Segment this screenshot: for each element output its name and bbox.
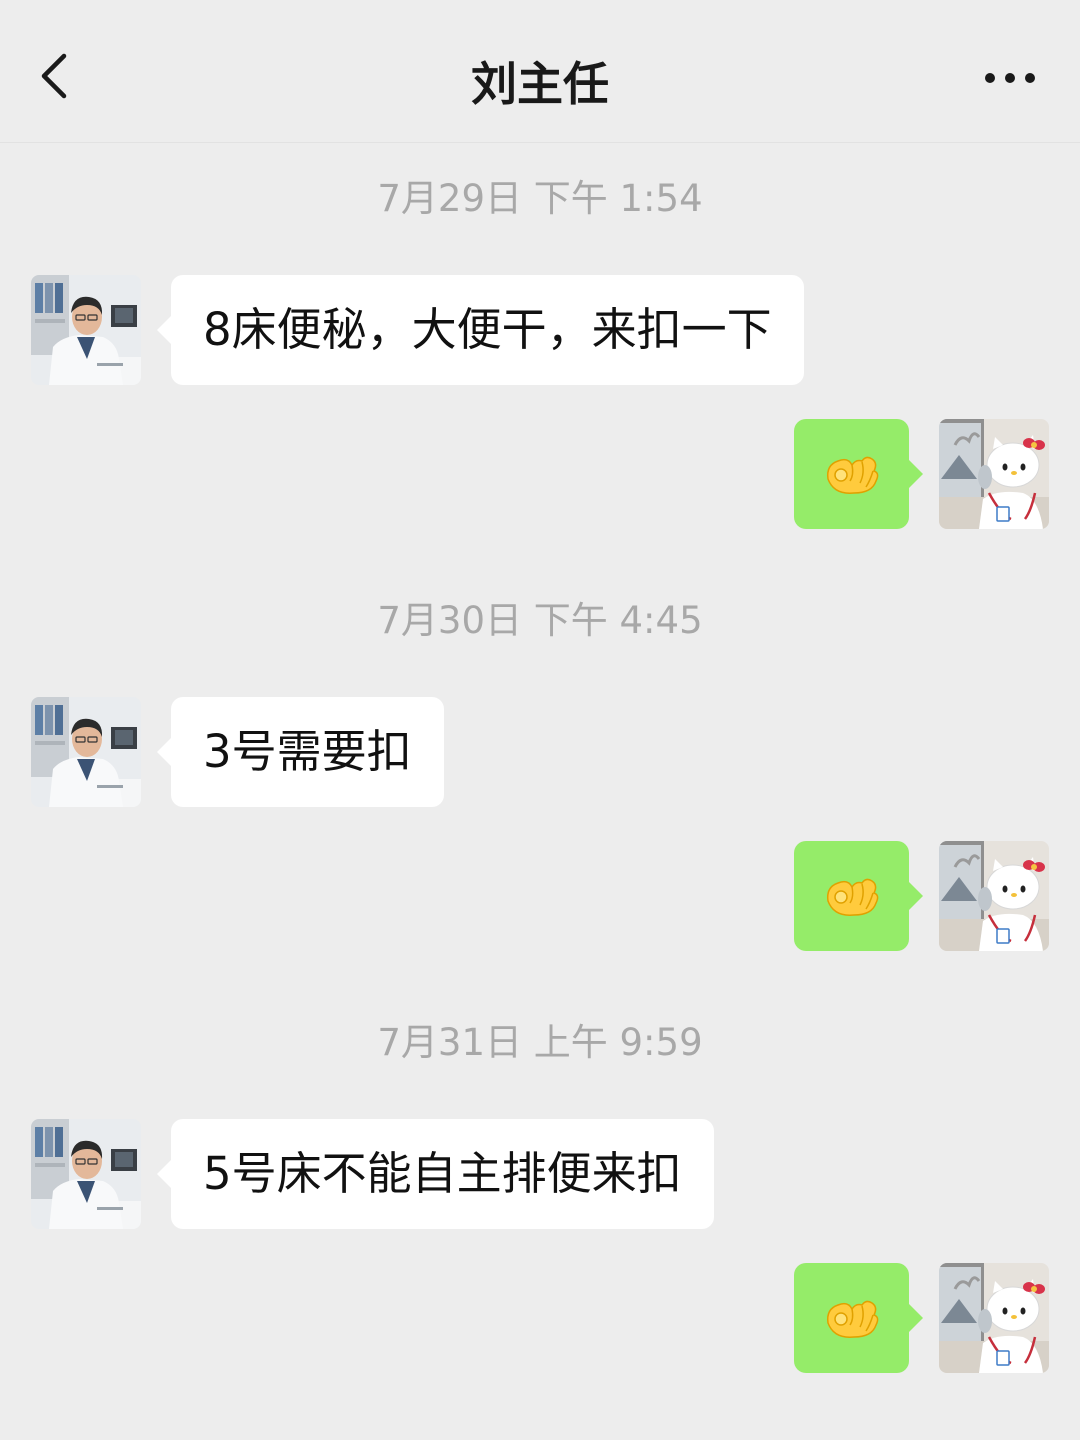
chat-title: 刘主任	[471, 57, 609, 111]
message-timestamp: 7月29日 下午 1:54	[377, 177, 703, 220]
ok-hand-emoji-icon	[822, 871, 882, 921]
outgoing-message[interactable]	[794, 841, 923, 951]
outgoing-message[interactable]	[794, 1263, 923, 1373]
outgoing-message[interactable]	[794, 419, 923, 529]
message-timestamp: 7月31日 上午 9:59	[377, 1021, 703, 1064]
more-button[interactable]	[980, 60, 1040, 96]
my-avatar[interactable]	[939, 841, 1049, 951]
chat-header: 刘主任	[0, 0, 1080, 143]
contact-avatar[interactable]	[31, 275, 141, 385]
contact-avatar[interactable]	[31, 697, 141, 807]
message-timestamp: 7月30日 下午 4:45	[377, 599, 703, 642]
incoming-message[interactable]: 5号床不能自主排便来扣	[157, 1119, 714, 1229]
incoming-message[interactable]: 8床便秘，大便干，来扣一下	[157, 275, 804, 385]
ok-hand-emoji-icon	[822, 1293, 882, 1343]
my-avatar[interactable]	[939, 419, 1049, 529]
contact-avatar[interactable]	[31, 1119, 141, 1229]
ok-hand-emoji-icon	[822, 449, 882, 499]
incoming-message[interactable]: 3号需要扣	[157, 697, 444, 807]
my-avatar[interactable]	[939, 1263, 1049, 1373]
more-dots-icon	[985, 73, 1035, 83]
